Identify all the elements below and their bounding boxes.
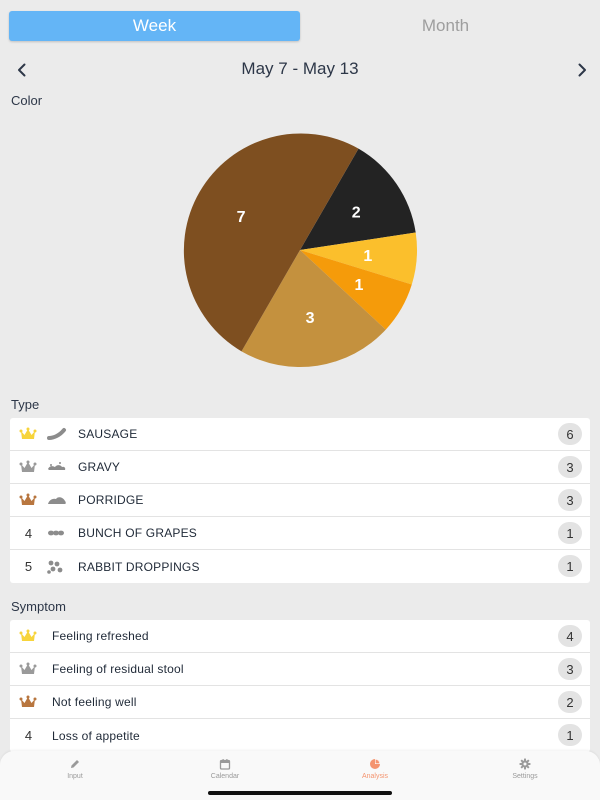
tab-label: Calendar bbox=[210, 773, 240, 780]
rank-2-crown-icon bbox=[10, 662, 46, 676]
type-label: GRAVY bbox=[78, 460, 121, 474]
type-row-gravy[interactable]: GRAVY 3 bbox=[10, 451, 590, 484]
analysis-screen: Week Month May 7 - May 13 Color 21137 Ty… bbox=[0, 0, 600, 800]
pie-slice-label-0: 2 bbox=[352, 205, 361, 222]
next-week-button[interactable] bbox=[568, 56, 596, 84]
type-label: BUNCH OF GRAPES bbox=[78, 526, 198, 540]
symptom-section-title: Symptom bbox=[11, 599, 66, 614]
pie-slice-label-1: 1 bbox=[363, 248, 372, 265]
count-badge: 1 bbox=[558, 724, 582, 746]
symptom-label: Loss of appetite bbox=[52, 728, 140, 743]
type-label: SAUSAGE bbox=[78, 427, 138, 441]
rank-3-crown-icon bbox=[10, 695, 46, 709]
gravy-icon bbox=[46, 460, 78, 474]
month-segment[interactable]: Month bbox=[300, 11, 591, 41]
type-row-bunch-of-grapes[interactable]: 4 BUNCH OF GRAPES 1 bbox=[10, 517, 590, 550]
date-range-label: May 7 - May 13 bbox=[241, 59, 359, 78]
period-segmented-control: Week Month bbox=[9, 11, 591, 41]
rank-1-crown-icon bbox=[10, 427, 46, 441]
type-ranking-list: SAUSAGE 6 GRAVY 3 PORRIDGE 3 4 BUNCH OF … bbox=[10, 418, 590, 583]
rank-3-crown-icon bbox=[10, 493, 46, 507]
color-section-title: Color bbox=[11, 93, 43, 108]
rank-number: 4 bbox=[24, 525, 33, 541]
tab-label: Analysis bbox=[361, 773, 389, 780]
symptom-ranking-list: Feeling refreshed 4 Feeling of residual … bbox=[10, 620, 590, 752]
pie-chart-icon bbox=[370, 759, 380, 769]
pencil-icon bbox=[71, 760, 79, 768]
week-segment[interactable]: Week bbox=[9, 11, 300, 41]
symptom-row-not-feeling-well[interactable]: Not feeling well 2 bbox=[10, 686, 590, 719]
date-navigation: May 7 - May 13 bbox=[0, 56, 600, 84]
symptom-label: Feeling of residual stool bbox=[52, 662, 184, 676]
tab-input[interactable]: Input bbox=[0, 751, 150, 800]
symptom-label: Feeling refreshed bbox=[52, 629, 149, 643]
home-indicator bbox=[208, 791, 392, 795]
porridge-icon bbox=[46, 493, 78, 507]
count-badge: 1 bbox=[558, 555, 582, 577]
rank-2-crown-icon bbox=[10, 460, 46, 474]
gear-icon bbox=[519, 758, 531, 770]
count-badge: 6 bbox=[558, 423, 582, 445]
type-label: RABBIT DROPPINGS bbox=[78, 559, 200, 574]
count-badge: 3 bbox=[558, 658, 582, 680]
type-section-title: Type bbox=[11, 397, 40, 412]
pie-slice-label-4: 7 bbox=[237, 209, 246, 226]
sausage-icon bbox=[46, 427, 78, 441]
count-badge: 3 bbox=[558, 456, 582, 478]
tab-label: Input bbox=[67, 773, 83, 780]
symptom-row-residual-stool[interactable]: Feeling of residual stool 3 bbox=[10, 653, 590, 686]
rank-number: 5 bbox=[24, 559, 33, 574]
count-badge: 1 bbox=[558, 522, 582, 544]
chevron-right-icon bbox=[578, 63, 586, 77]
symptom-row-feeling-refreshed[interactable]: Feeling refreshed 4 bbox=[10, 620, 590, 653]
tab-label: Settings bbox=[512, 773, 538, 780]
tab-settings[interactable]: Settings bbox=[450, 751, 600, 800]
count-badge: 2 bbox=[558, 691, 582, 713]
pie-chart-svg: 2 11 3 7 bbox=[183, 133, 417, 367]
bunch-of-grapes-icon bbox=[46, 526, 78, 540]
calendar-icon bbox=[219, 759, 231, 770]
pie-slice-label-2: 1 bbox=[354, 277, 363, 294]
type-row-rabbit-droppings[interactable]: 5 RABBIT DROPPINGS 1 bbox=[10, 550, 590, 583]
rank-number: 4 bbox=[24, 728, 33, 743]
type-row-porridge[interactable]: PORRIDGE 3 bbox=[10, 484, 590, 517]
type-label: PORRIDGE bbox=[78, 493, 144, 507]
symptom-label: Not feeling well bbox=[52, 695, 137, 709]
type-row-sausage[interactable]: SAUSAGE 6 bbox=[10, 418, 590, 451]
rank-1-crown-icon bbox=[10, 629, 46, 643]
rabbit-droppings-icon bbox=[46, 559, 78, 575]
count-badge: 4 bbox=[558, 625, 582, 647]
count-badge: 3 bbox=[558, 489, 582, 511]
pie-slice-label-3: 3 bbox=[306, 310, 315, 327]
symptom-row-loss-of-appetite[interactable]: 4 Loss of appetite 1 bbox=[10, 719, 590, 752]
color-pie-chart: 2 11 3 7 bbox=[180, 130, 420, 370]
